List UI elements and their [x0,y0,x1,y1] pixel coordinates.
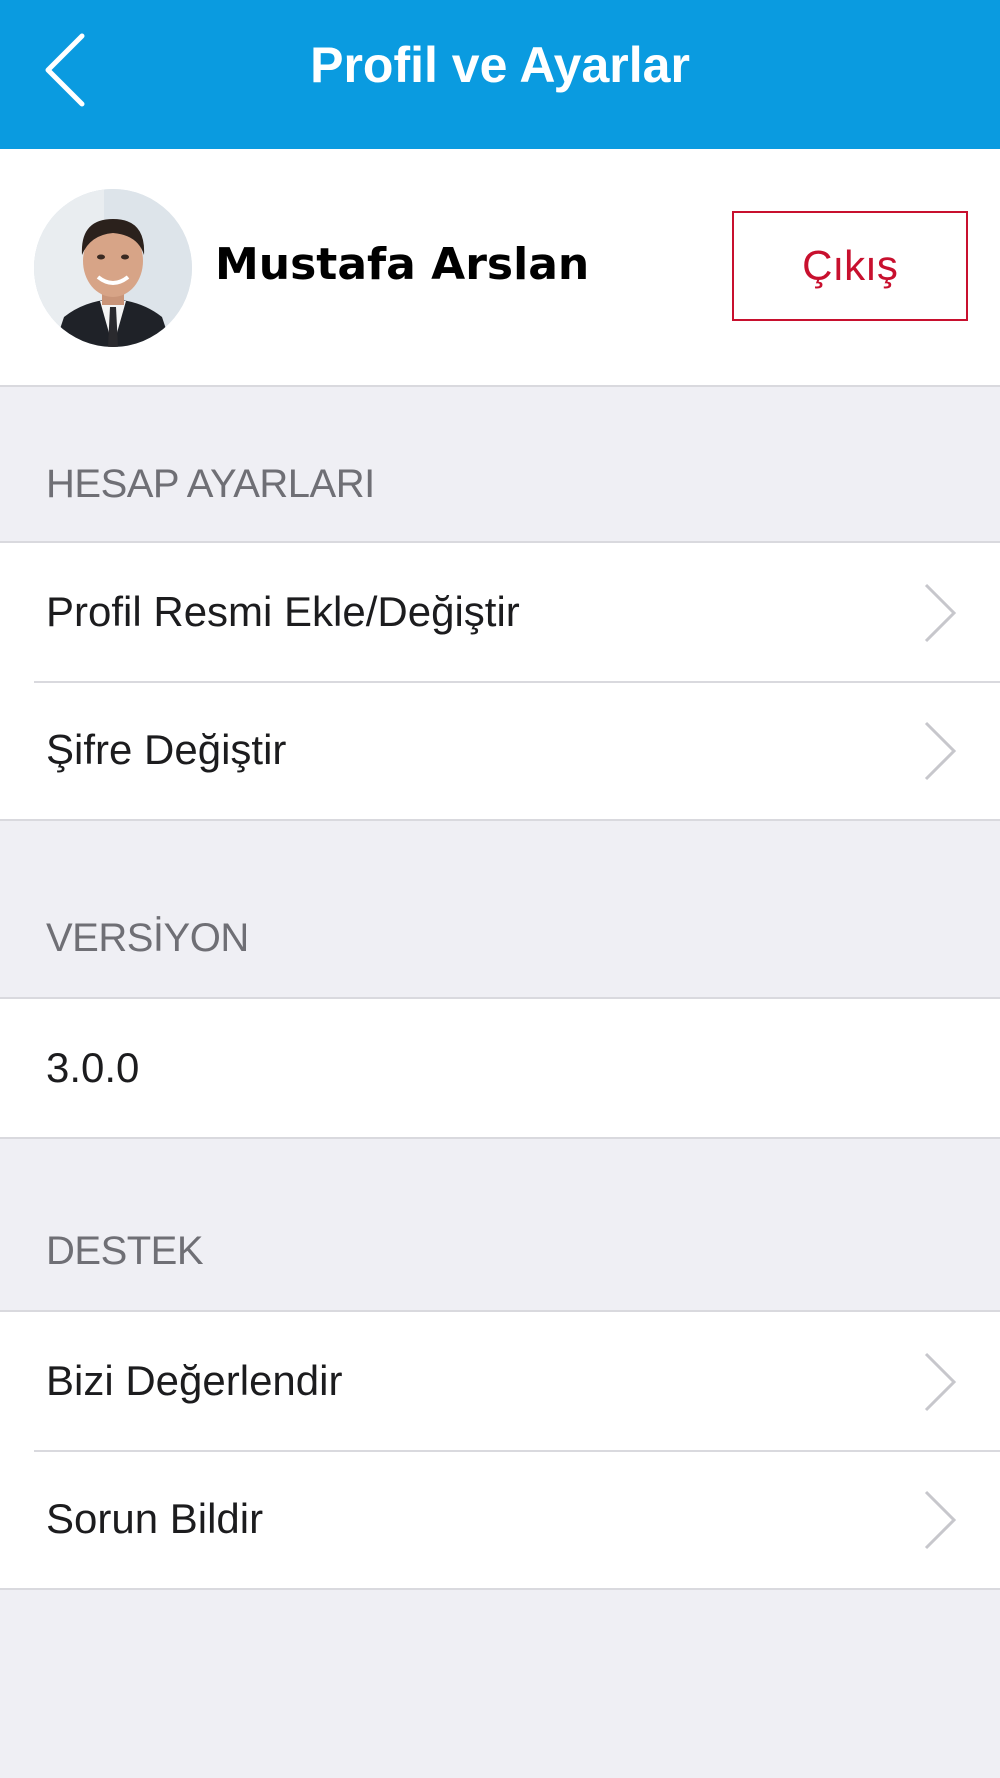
list-item-label: Sorun Bildir [46,1495,264,1542]
chevron-right-icon [924,1490,957,1550]
version-value: 3.0.0 [46,1044,140,1091]
list-item-label: Bizi Değerlendir [46,1357,343,1404]
avatar[interactable] [34,189,192,347]
list-item-rate-us[interactable]: Bizi Değerlendir [0,1312,1000,1450]
list-item-label: Profil Resmi Ekle/Değiştir [46,588,520,635]
section-title-account: HESAP AYARLARI [46,462,375,506]
logout-button[interactable]: Çıkış [732,211,968,321]
support-group: Bizi Değerlendir Sorun Bildir [0,1310,1000,1590]
avatar-image [34,189,192,347]
profile-card: Mustafa Arslan Çıkış [0,149,1000,387]
chevron-right-icon [924,1352,957,1412]
list-item-change-password[interactable]: Şifre Değiştir [0,681,1000,819]
nav-bar: Profil ve Ayarlar [0,0,1000,149]
section-title-support: DESTEK [46,1229,204,1273]
section-title-version: VERSİYON [46,916,249,960]
account-settings-group: Profil Resmi Ekle/Değiştir Şifre Değişti… [0,541,1000,821]
version-group: 3.0.0 [0,997,1000,1139]
chevron-right-icon [924,583,957,643]
version-row: 3.0.0 [0,999,1000,1137]
page-title: Profil ve Ayarlar [310,37,690,93]
list-item-change-profile-photo[interactable]: Profil Resmi Ekle/Değiştir [0,543,1000,681]
list-item-report-problem[interactable]: Sorun Bildir [0,1450,1000,1588]
list-item-label: Şifre Değiştir [46,726,287,773]
chevron-right-icon [924,721,957,781]
user-name: Mustafa Arslan [215,239,590,290]
